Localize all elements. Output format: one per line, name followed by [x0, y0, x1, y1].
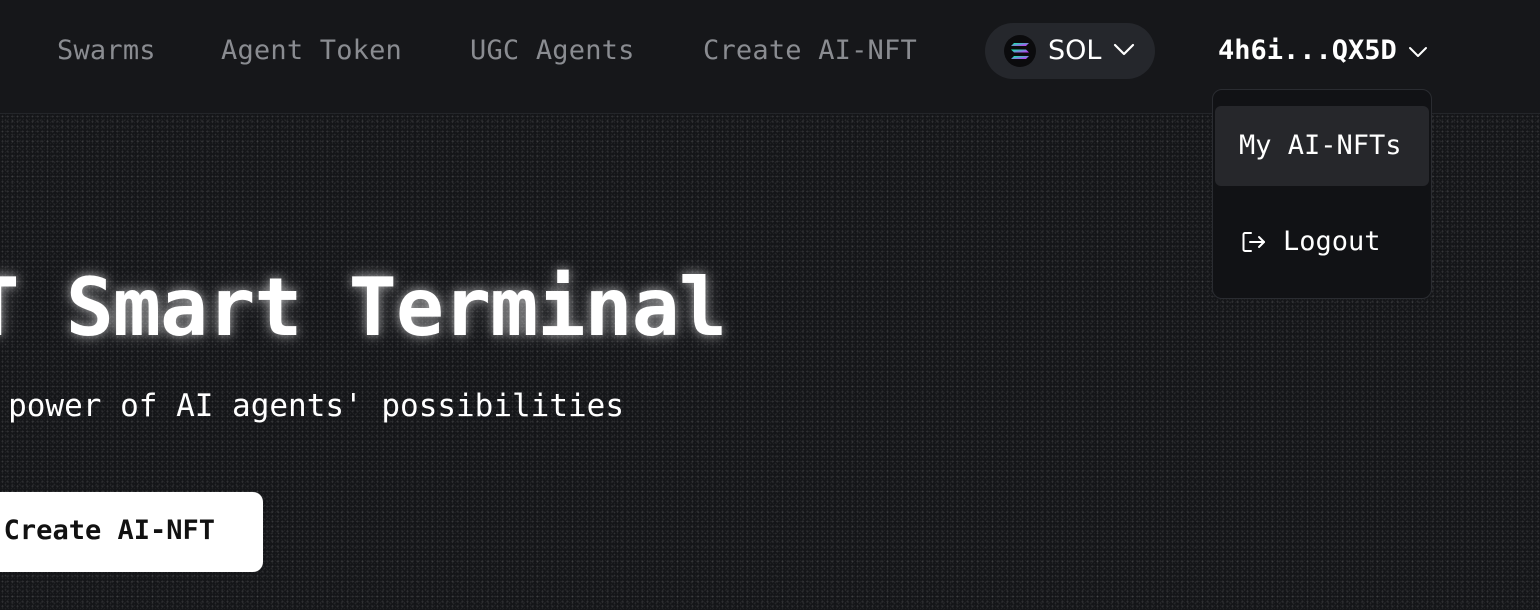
nav-link-ugc-agents[interactable]: UGC Agents: [470, 34, 635, 68]
hero-title: AI-NFT Smart Terminal: [0, 261, 727, 354]
create-ai-nft-button-label: Create AI-NFT: [3, 515, 215, 546]
wallet-button[interactable]: 4h6i...QX5D: [1218, 34, 1427, 70]
wallet-address: 4h6i...QX5D: [1218, 35, 1397, 66]
logout-icon: [1241, 230, 1267, 258]
chain-select[interactable]: SOL: [985, 23, 1155, 79]
solana-logo-icon: [1004, 35, 1036, 67]
chevron-down-icon: [1113, 42, 1135, 61]
hero-subtitle: Unlock the power of AI agents' possibili…: [0, 388, 624, 424]
chain-select-label: SOL: [1048, 35, 1102, 66]
dropdown-item-label: Logout: [1283, 226, 1381, 257]
chevron-down-icon: [1408, 43, 1428, 62]
account-dropdown-menu: My AI-NFTs Logout: [1212, 89, 1432, 299]
hero-subtitle-container: Unlock the power of AI agents' possibili…: [0, 384, 640, 428]
nav-link-create-ai-nft[interactable]: Create AI-NFT: [703, 34, 917, 68]
hero-title-container: AI-NFT Smart Terminal: [0, 258, 760, 358]
dropdown-item-logout[interactable]: Logout: [1215, 202, 1429, 282]
nav-link-swarms[interactable]: Swarms: [57, 34, 156, 68]
nav-link-agent-token[interactable]: Agent Token: [221, 34, 402, 68]
create-ai-nft-button[interactable]: Create AI-NFT: [0, 492, 263, 572]
dropdown-item-my-ai-nfts[interactable]: My AI-NFTs: [1215, 106, 1429, 186]
dropdown-item-label: My AI-NFTs: [1239, 130, 1402, 161]
